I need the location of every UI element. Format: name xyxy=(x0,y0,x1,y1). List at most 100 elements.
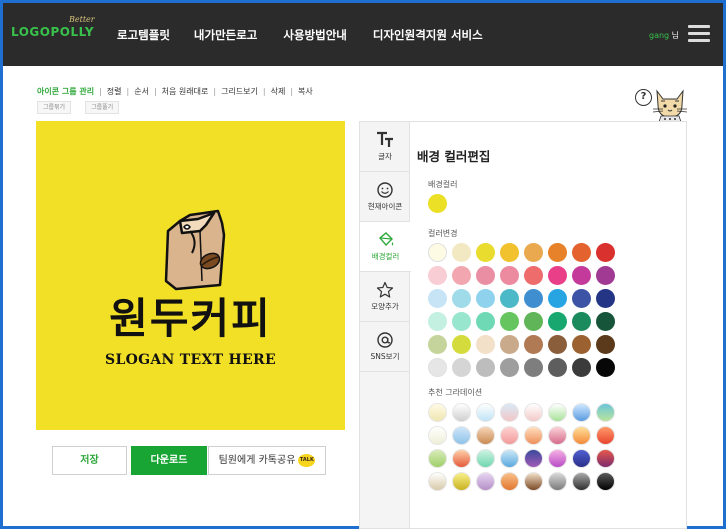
color-swatch[interactable] xyxy=(476,312,495,331)
color-swatch[interactable] xyxy=(596,243,615,262)
nav-my-logos[interactable]: 내가만든로고 xyxy=(194,27,257,43)
color-swatch[interactable] xyxy=(548,335,567,354)
gradient-swatch[interactable] xyxy=(548,472,567,491)
color-swatch[interactable] xyxy=(572,312,591,331)
toolbar-icon-group-manage[interactable]: 아이콘 그룹 관리 xyxy=(37,86,94,97)
color-swatch[interactable] xyxy=(572,243,591,262)
color-swatch[interactable] xyxy=(596,358,615,377)
color-swatch[interactable] xyxy=(476,335,495,354)
color-swatch[interactable] xyxy=(524,335,543,354)
color-swatch[interactable] xyxy=(548,289,567,308)
tab-background-color[interactable]: 배경컬러 xyxy=(360,222,411,272)
user-greeting[interactable]: gang 님 xyxy=(649,30,679,41)
color-swatch[interactable] xyxy=(428,335,447,354)
logopolly-logo[interactable]: Better LOGOPOLLY xyxy=(11,15,101,45)
gradient-swatch[interactable] xyxy=(548,403,567,422)
coffee-bag-icon[interactable] xyxy=(154,201,246,293)
color-swatch[interactable] xyxy=(572,358,591,377)
color-swatch[interactable] xyxy=(428,289,447,308)
toolbar-order[interactable]: 순서 xyxy=(134,86,149,97)
color-swatch[interactable] xyxy=(428,358,447,377)
color-swatch[interactable] xyxy=(548,243,567,262)
gradient-swatch[interactable] xyxy=(524,472,543,491)
color-swatch[interactable] xyxy=(524,243,543,262)
gradient-swatch[interactable] xyxy=(500,449,519,468)
color-swatch[interactable] xyxy=(572,335,591,354)
gradient-swatch[interactable] xyxy=(548,426,567,445)
gradient-swatch[interactable] xyxy=(476,403,495,422)
gradient-swatch[interactable] xyxy=(596,426,615,445)
tab-current-icon[interactable]: 현재아이콘 xyxy=(360,172,410,222)
gradient-swatch[interactable] xyxy=(596,449,615,468)
color-swatch[interactable] xyxy=(452,358,471,377)
color-swatch[interactable] xyxy=(500,243,519,262)
color-swatch[interactable] xyxy=(476,358,495,377)
color-swatch[interactable] xyxy=(596,266,615,285)
gradient-swatch[interactable] xyxy=(428,426,447,445)
color-swatch[interactable] xyxy=(524,289,543,308)
gradient-swatch[interactable] xyxy=(572,426,591,445)
gradient-swatch[interactable] xyxy=(500,472,519,491)
color-swatch[interactable] xyxy=(428,243,447,262)
gradient-swatch[interactable] xyxy=(596,472,615,491)
color-swatch[interactable] xyxy=(572,289,591,308)
toolbar-grid-view[interactable]: 그리드보기 xyxy=(221,86,258,97)
color-swatch[interactable] xyxy=(548,358,567,377)
color-swatch[interactable] xyxy=(524,312,543,331)
group-button[interactable]: 그룹묶기 xyxy=(37,101,72,114)
gradient-swatch[interactable] xyxy=(500,426,519,445)
color-swatch[interactable] xyxy=(524,266,543,285)
tab-add-shape[interactable]: 모양추가 xyxy=(360,272,410,322)
gradient-swatch[interactable] xyxy=(572,449,591,468)
gradient-swatch[interactable] xyxy=(524,426,543,445)
hamburger-menu-icon[interactable] xyxy=(688,25,710,42)
gradient-swatch[interactable] xyxy=(476,472,495,491)
ungroup-button[interactable]: 그룹풀기 xyxy=(85,101,120,114)
color-swatch[interactable] xyxy=(476,289,495,308)
color-swatch[interactable] xyxy=(596,289,615,308)
gradient-swatch[interactable] xyxy=(500,403,519,422)
color-swatch[interactable] xyxy=(428,266,447,285)
color-swatch[interactable] xyxy=(476,243,495,262)
gradient-swatch[interactable] xyxy=(596,403,615,422)
gradient-swatch[interactable] xyxy=(548,449,567,468)
toolbar-copy[interactable]: 복사 xyxy=(298,86,313,97)
color-swatch[interactable] xyxy=(524,358,543,377)
color-swatch[interactable] xyxy=(476,266,495,285)
nav-how-to-use[interactable]: 사용방법안내 xyxy=(283,27,346,43)
color-swatch[interactable] xyxy=(452,243,471,262)
nav-remote-design-service[interactable]: 디자인원격지원 서비스 xyxy=(373,27,483,43)
color-swatch[interactable] xyxy=(548,312,567,331)
tab-text[interactable]: 글자 xyxy=(360,122,410,172)
color-swatch[interactable] xyxy=(548,266,567,285)
gradient-swatch[interactable] xyxy=(428,403,447,422)
color-swatch[interactable] xyxy=(500,358,519,377)
gradient-swatch[interactable] xyxy=(572,472,591,491)
toolbar-delete[interactable]: 삭제 xyxy=(271,86,286,97)
gradient-swatch[interactable] xyxy=(524,403,543,422)
color-swatch[interactable] xyxy=(452,335,471,354)
logo-slogan[interactable]: SLOGAN TEXT HERE xyxy=(36,352,345,368)
help-icon[interactable]: ? xyxy=(635,89,652,106)
gradient-swatch[interactable] xyxy=(524,449,543,468)
toolbar-reset[interactable]: 처음 원래대로 xyxy=(162,86,209,97)
gradient-swatch[interactable] xyxy=(452,449,471,468)
color-swatch[interactable] xyxy=(596,335,615,354)
logo-headline[interactable]: 원두커피 xyxy=(36,293,345,345)
logo-canvas[interactable]: 원두커피 SLOGAN TEXT HERE xyxy=(36,121,345,430)
gradient-swatch[interactable] xyxy=(428,449,447,468)
color-swatch[interactable] xyxy=(500,289,519,308)
gradient-swatch[interactable] xyxy=(452,426,471,445)
gradient-swatch[interactable] xyxy=(476,426,495,445)
current-bg-color-swatch[interactable] xyxy=(428,194,447,213)
color-swatch[interactable] xyxy=(428,312,447,331)
toolbar-align[interactable]: 정렬 xyxy=(107,86,122,97)
color-swatch[interactable] xyxy=(500,266,519,285)
gradient-swatch[interactable] xyxy=(452,472,471,491)
color-swatch[interactable] xyxy=(452,312,471,331)
color-swatch[interactable] xyxy=(596,312,615,331)
download-button[interactable]: 다운로드 xyxy=(131,446,207,475)
kakaotalk-share-button[interactable]: 팀원에게 카톡공유 TALK xyxy=(208,446,326,475)
color-swatch[interactable] xyxy=(452,289,471,308)
color-swatch[interactable] xyxy=(500,335,519,354)
